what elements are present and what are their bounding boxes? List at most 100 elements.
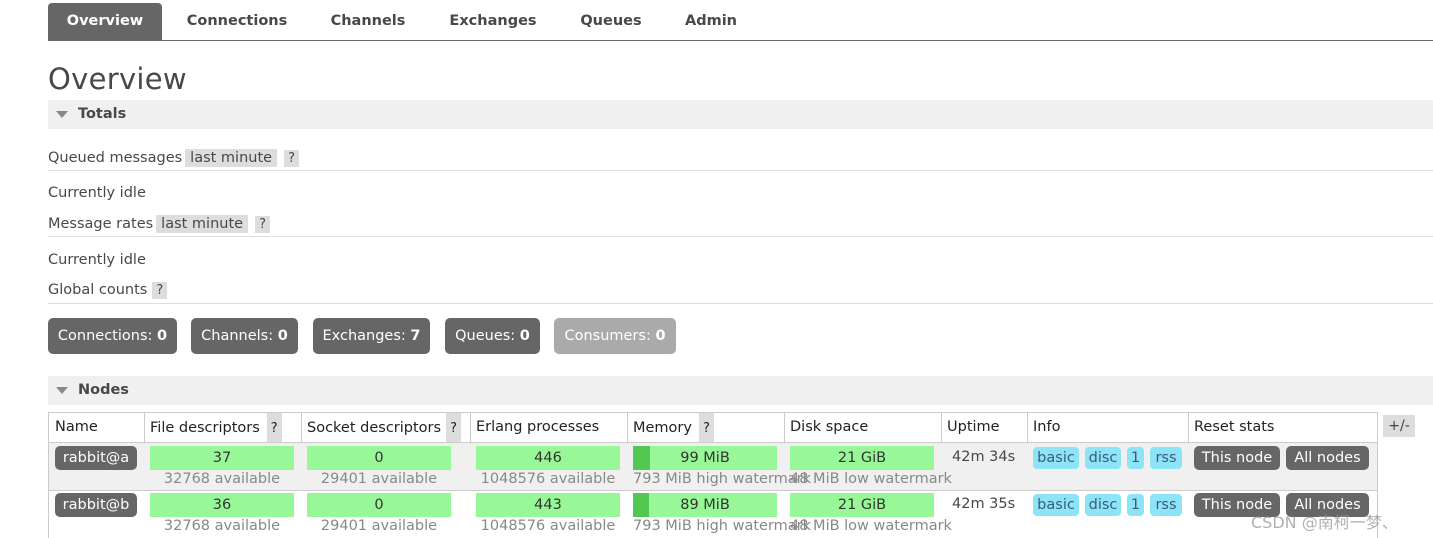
help-button[interactable]: ? [284, 150, 299, 167]
nodes-title: Nodes [78, 382, 129, 398]
toggle-columns-button[interactable]: +/- [1383, 415, 1415, 437]
memory-bar: 89 MiB [633, 493, 777, 517]
tab-overview[interactable]: Overview [48, 3, 162, 40]
file-descriptors-bar: 37 [150, 446, 294, 470]
memory-high-watermark: 793 MiB high watermark [633, 471, 812, 487]
header-label: File descriptors [150, 420, 260, 436]
count-value: 0 [655, 328, 666, 344]
erlang-processes-available: 1048576 available [480, 518, 616, 534]
header-reset-stats: Reset stats [1194, 419, 1275, 435]
info-count-badge: 1 [1127, 494, 1144, 516]
socket-descriptors-available: 29401 available [320, 518, 438, 534]
info-disc-badge: disc [1085, 494, 1121, 516]
header-disk-space: Disk space [790, 419, 869, 435]
help-button[interactable]: ? [255, 216, 270, 233]
header-label: Memory [633, 420, 692, 436]
page-title: Overview [48, 62, 187, 96]
nodes-section-header[interactable]: Nodes [48, 376, 1433, 405]
queued-messages-label: Queued messages [48, 150, 183, 166]
node-name-link[interactable]: rabbit@a [55, 446, 137, 470]
rates-status: Currently idle [48, 252, 146, 268]
disk-space-bar: 21 GiB [790, 446, 934, 470]
info-disc-badge: disc [1085, 447, 1121, 469]
queued-messages-row: Queued messages last minute? [48, 149, 299, 167]
help-button[interactable]: ? [698, 413, 714, 444]
info-rss-badge: rss [1150, 494, 1182, 516]
header-socket-descriptors: Socket descriptors? [301, 413, 461, 444]
uptime-value: 42m 35s [952, 496, 1016, 512]
reset-all-nodes-button[interactable]: All nodes [1286, 446, 1369, 470]
header-memory: Memory? [627, 413, 714, 444]
rates-range-selector[interactable]: last minute [156, 215, 249, 233]
nodes-table: Name File descriptors? Socket descriptor… [48, 412, 1378, 538]
tab-admin[interactable]: Admin [672, 3, 750, 40]
uptime-value: 42m 34s [952, 449, 1016, 465]
info-rss-badge: rss [1150, 447, 1182, 469]
socket-descriptors-available: 29401 available [320, 471, 438, 487]
divider [48, 170, 1433, 171]
reset-this-node-button[interactable]: This node [1194, 446, 1280, 470]
memory-bar: 99 MiB [633, 446, 777, 470]
header-file-descriptors: File descriptors? [144, 413, 282, 444]
disk-low-watermark: 48 MiB low watermark [790, 518, 952, 534]
count-label: Connections: [57, 328, 153, 344]
header-name: Name [55, 419, 98, 435]
count-label: Consumers: [564, 328, 651, 344]
memory-high-watermark: 793 MiB high watermark [633, 518, 812, 534]
header-erlang-processes: Erlang processes [476, 419, 600, 435]
message-rates-label: Message rates [48, 216, 154, 232]
erlang-processes-bar: 446 [476, 446, 620, 470]
count-label: Exchanges: [322, 328, 406, 344]
count-value: 0 [157, 328, 168, 344]
queues-count-button[interactable]: Queues: 0 [445, 318, 540, 354]
tab-channels[interactable]: Channels [314, 3, 422, 40]
divider [48, 236, 1433, 237]
totals-title: Totals [78, 106, 127, 122]
connections-count-button[interactable]: Connections: 0 [48, 318, 177, 354]
help-button[interactable]: ? [152, 282, 168, 299]
file-descriptors-bar: 36 [150, 493, 294, 517]
info-basic-badge: basic [1033, 447, 1079, 469]
divider [48, 303, 1433, 304]
header-uptime: Uptime [947, 419, 1000, 435]
table-row: rabbit@a 37 32768 available 0 29401 avai… [49, 442, 1377, 490]
table-row: rabbit@b 36 32768 available 0 29401 avai… [49, 490, 1377, 538]
count-value: 0 [277, 328, 288, 344]
tab-connections[interactable]: Connections [176, 3, 298, 40]
disk-low-watermark: 48 MiB low watermark [790, 471, 952, 487]
count-label: Queues: [455, 328, 516, 344]
count-value: 0 [519, 328, 530, 344]
socket-descriptors-bar: 0 [307, 446, 451, 470]
top-nav: Overview Connections Channels Exchanges … [48, 3, 1433, 41]
erlang-processes-available: 1048576 available [480, 471, 616, 487]
count-label: Channels: [201, 328, 274, 344]
collapse-triangle-icon [56, 111, 68, 118]
help-button[interactable]: ? [446, 413, 461, 444]
queued-range-selector[interactable]: last minute [185, 149, 278, 167]
node-name-link[interactable]: rabbit@b [55, 493, 137, 517]
tab-exchanges[interactable]: Exchanges [437, 3, 549, 40]
file-descriptors-available: 32768 available [163, 518, 281, 534]
channels-count-button[interactable]: Channels: 0 [191, 318, 298, 354]
consumers-count-button[interactable]: Consumers: 0 [554, 318, 676, 354]
disk-space-bar: 21 GiB [790, 493, 934, 517]
socket-descriptors-bar: 0 [307, 493, 451, 517]
totals-section-header[interactable]: Totals [48, 100, 1433, 129]
memory-value: 99 MiB [680, 450, 730, 466]
global-counts-row: Global counts? [48, 282, 168, 299]
info-count-badge: 1 [1127, 447, 1144, 469]
help-button[interactable]: ? [266, 413, 282, 444]
header-info: Info [1033, 419, 1061, 435]
collapse-triangle-icon [56, 387, 68, 394]
global-counts-label: Global counts [48, 282, 148, 298]
header-label: Socket descriptors [307, 420, 442, 436]
tab-queues[interactable]: Queues [564, 3, 658, 40]
count-value: 7 [410, 328, 421, 344]
exchanges-count-button[interactable]: Exchanges: 7 [313, 318, 430, 354]
watermark: CSDN @南柯一梦、 [1251, 513, 1398, 532]
memory-value: 89 MiB [680, 497, 730, 513]
file-descriptors-available: 32768 available [163, 471, 281, 487]
info-basic-badge: basic [1033, 494, 1079, 516]
erlang-processes-bar: 443 [476, 493, 620, 517]
queued-status: Currently idle [48, 185, 146, 201]
